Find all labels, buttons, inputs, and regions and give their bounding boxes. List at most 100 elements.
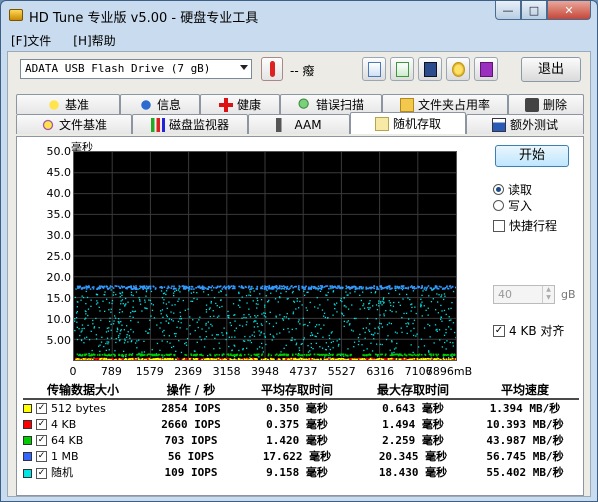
- tab-benchmark[interactable]: 基准: [16, 94, 120, 114]
- read-radio[interactable]: 读取: [493, 181, 532, 198]
- random-point: [210, 302, 212, 304]
- start-button[interactable]: 开始: [495, 145, 569, 167]
- latency-point: [108, 358, 111, 361]
- mb1-point: [455, 286, 457, 289]
- random-point: [364, 337, 366, 339]
- random-point: [267, 301, 269, 303]
- align-4kb-checkbox[interactable]: ✓ 4 KB 对齐: [493, 322, 564, 339]
- latency-point: [449, 358, 452, 361]
- menu-file[interactable]: [F]文件: [7, 31, 55, 50]
- mb1-point: [137, 288, 139, 290]
- tab-aam[interactable]: AAM: [248, 114, 350, 134]
- latency-point: [112, 353, 115, 356]
- random-point: [139, 303, 142, 305]
- mb1-point: [402, 287, 405, 289]
- series-checkbox[interactable]: ✓: [36, 451, 47, 462]
- random-point: [375, 318, 377, 320]
- random-point: [123, 350, 125, 352]
- x-tick-label: 4737: [289, 365, 318, 378]
- menu-help[interactable]: [H]帮助: [69, 31, 119, 50]
- random-point: [95, 338, 98, 340]
- random-point: [135, 291, 138, 293]
- tab-disk-monitor[interactable]: 磁盘监视器: [132, 114, 248, 134]
- latency-point: [260, 358, 263, 361]
- short-stroke-checkbox[interactable]: 快捷行程: [493, 217, 557, 234]
- mb1-point: [360, 287, 363, 290]
- random-point: [264, 336, 266, 338]
- tab-erase[interactable]: 删除: [508, 94, 584, 114]
- download-button[interactable]: [474, 57, 498, 81]
- temperature-button[interactable]: [261, 57, 283, 81]
- radio-indicator: [493, 184, 504, 195]
- tab-random-access[interactable]: 随机存取: [350, 112, 466, 134]
- tab-info[interactable]: 信息: [120, 94, 200, 114]
- exit-button[interactable]: 退出: [521, 57, 581, 82]
- tab-health[interactable]: 健康: [200, 94, 280, 114]
- row-label: 1 MB: [51, 449, 79, 463]
- series-checkbox[interactable]: ✓: [36, 435, 47, 446]
- latency-point: [88, 354, 90, 357]
- random-point: [302, 317, 304, 319]
- random-point: [95, 303, 98, 305]
- latency-point: [166, 359, 168, 361]
- series-checkbox[interactable]: ✓: [36, 403, 47, 414]
- options-button[interactable]: [446, 57, 470, 81]
- random-point: [340, 297, 342, 300]
- random-point: [228, 336, 230, 338]
- random-point: [75, 312, 78, 314]
- tab-error-scan[interactable]: 错误扫描: [280, 94, 382, 114]
- maximize-button[interactable]: □: [521, 1, 547, 20]
- latency-point: [282, 359, 285, 361]
- random-point: [374, 332, 376, 334]
- random-point: [134, 310, 137, 312]
- random-point: [258, 356, 260, 358]
- random-point: [413, 327, 415, 330]
- random-point: [242, 340, 245, 342]
- random-point: [118, 318, 120, 320]
- random-point: [445, 332, 447, 334]
- copy-info-button[interactable]: [390, 57, 414, 81]
- random-point: [74, 296, 76, 299]
- random-point: [74, 320, 76, 322]
- random-point: [168, 335, 170, 337]
- random-point: [132, 331, 134, 333]
- random-point: [318, 324, 320, 326]
- random-point: [445, 348, 447, 350]
- random-point: [307, 351, 310, 353]
- save-button[interactable]: [418, 57, 442, 81]
- write-radio[interactable]: 写入: [493, 197, 532, 214]
- mb1-point: [141, 286, 143, 288]
- tab-extra-tests[interactable]: 额外测试: [466, 114, 584, 134]
- series-checkbox[interactable]: ✓: [36, 419, 47, 430]
- latency-point: [80, 354, 83, 357]
- minimize-button[interactable]: —: [495, 1, 521, 20]
- random-point: [187, 308, 189, 310]
- close-button[interactable]: ✕: [547, 1, 591, 20]
- random-point: [174, 304, 176, 306]
- mb1-point: [88, 285, 90, 287]
- random-point: [145, 291, 148, 293]
- mb1-point: [265, 286, 267, 288]
- random-point: [85, 290, 87, 293]
- random-point: [405, 323, 407, 325]
- mb1-point: [286, 285, 289, 288]
- mb1-point: [188, 288, 190, 290]
- random-point: [121, 324, 123, 326]
- series-checkbox[interactable]: ✓: [36, 467, 47, 479]
- drive-select[interactable]: ADATA USB Flash Drive (7 gB): [20, 59, 252, 79]
- random-point: [330, 341, 332, 344]
- tab-folder-usage[interactable]: 文件夹占用率: [382, 94, 508, 114]
- tab-file-benchmark[interactable]: 文件基准: [16, 114, 132, 134]
- short-stroke-input[interactable]: 40 ▲ ▼: [493, 285, 555, 304]
- random-point: [152, 304, 154, 306]
- mb1-point: [207, 286, 210, 288]
- random-point: [439, 339, 441, 341]
- random-point: [436, 293, 438, 295]
- mb1-point: [337, 286, 340, 288]
- random-point: [256, 348, 259, 350]
- benchmark-icon: [46, 97, 61, 112]
- copy-text-button[interactable]: [362, 57, 386, 81]
- spin-arrows[interactable]: ▲ ▼: [542, 286, 554, 303]
- random-point: [300, 343, 302, 345]
- random-point: [99, 310, 101, 312]
